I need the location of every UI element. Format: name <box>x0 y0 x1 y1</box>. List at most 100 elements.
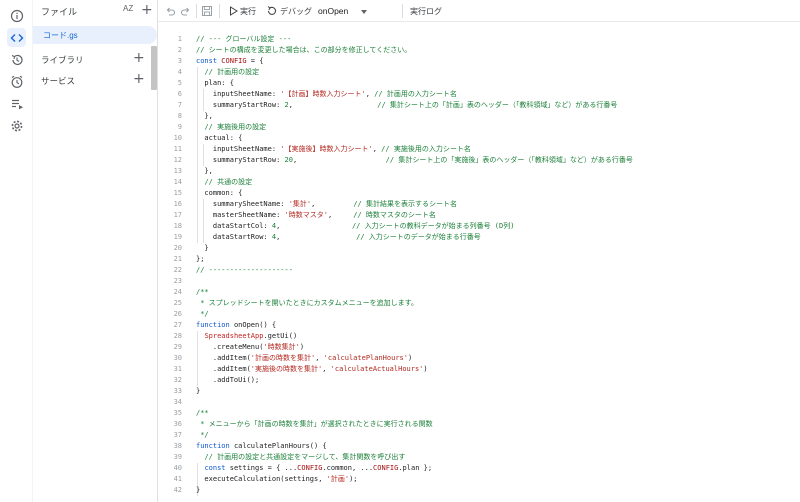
code-token: .addItem( <box>196 365 251 373</box>
function-select[interactable]: onOpen <box>314 3 370 19</box>
code-token: CONFIG <box>221 57 247 65</box>
execution-log-button[interactable]: 実行ログ <box>410 6 442 17</box>
code-line[interactable]: 32 .addToUi(); <box>158 375 800 386</box>
code-token: '計画' <box>326 475 350 483</box>
code-line[interactable]: 35 /** <box>158 408 800 419</box>
code-line[interactable]: 13 }, <box>158 166 800 177</box>
line-number: 23 <box>173 277 182 285</box>
code-text: .addToUi(); <box>196 375 259 386</box>
executions-icon[interactable] <box>7 94 26 113</box>
code-line[interactable]: 29 .createMenu('時数集計') <box>158 342 800 353</box>
code-line[interactable]: 6 inputSheetName: '【計画】時数入力シート', // 計画用の… <box>158 89 800 100</box>
add-service-button[interactable]: + <box>133 72 145 86</box>
code-token: CONFIG <box>297 464 323 472</box>
code-line[interactable]: 41 executeCalculation(settings, '計画'); <box>158 474 800 485</box>
code-line[interactable]: 22 // -------------------- <box>158 265 800 276</box>
add-library-button[interactable]: + <box>133 51 145 65</box>
code-token: // 計画用の設定 <box>204 68 260 76</box>
code-line[interactable]: 7 summaryStartRow: 2, // 集計シート上の「計画」表のヘッ… <box>158 100 800 111</box>
code-token: plan: { <box>196 79 234 87</box>
sort-az-button[interactable]: AZ <box>123 4 133 13</box>
code-text: common: { <box>196 188 242 199</box>
code-line[interactable]: 14 // 共通の設定 <box>158 177 800 188</box>
code-token: // 計画用の入力シート名 <box>374 90 457 98</box>
files-scrollbar[interactable] <box>151 46 157 90</box>
code-line[interactable]: 15 common: { <box>158 188 800 199</box>
files-header: ファイル AZ + <box>33 0 157 20</box>
code-token: // 共通の設定 <box>204 178 253 186</box>
code-line[interactable]: 39 // 計画用の設定と共通設定をマージして、集計関数を呼び出す <box>158 452 800 463</box>
line-number: 31 <box>173 365 182 373</box>
undo-icon[interactable] <box>164 5 176 17</box>
code-text: summaryStartRow: 2, // 集計シート上の「計画」表のヘッダー… <box>196 100 618 111</box>
code-line[interactable]: 34 <box>158 397 800 408</box>
code-editor[interactable]: 1 // --- グローバル設定 --- 2 // シートの構成を変更した場合は、この… <box>158 23 800 502</box>
code-token: // 実施後用の設定 <box>204 123 267 131</box>
code-line[interactable]: 12 summaryStartRow: 20, // 集計シート上の「実施後」表… <box>158 155 800 166</box>
file-item-code-gs[interactable]: コード.gs <box>33 26 157 44</box>
code-line[interactable]: 5 plan: { <box>158 78 800 89</box>
line-number: 5 <box>177 79 182 87</box>
code-line[interactable]: 18 dataStartCol: 4, // 入力シートの教科データが始まる列番… <box>158 221 800 232</box>
line-number: 26 <box>173 310 182 318</box>
code-line[interactable]: 17 masterSheetName: '時数マスタ', // 時数マスタのシー… <box>158 210 800 221</box>
code-token: , <box>365 90 375 98</box>
libraries-section[interactable]: ライブラリ + <box>33 50 151 68</box>
code-line[interactable]: 42} <box>158 485 800 496</box>
code-token: summarySheetName: <box>196 200 289 208</box>
code-line[interactable]: 20 } <box>158 243 800 254</box>
code-token: SpreadsheetApp <box>204 332 264 340</box>
code-line[interactable]: 25 * スプレッドシートを開いたときにカスタムメニューを追加します。 <box>158 298 800 309</box>
file-item-label: コード.gs <box>43 31 78 40</box>
code-line[interactable]: 11 inputSheetName: '【実施後】時数入力シート', // 実施… <box>158 144 800 155</box>
code-token: 'calculatePlanHours' <box>323 354 408 362</box>
add-file-button[interactable]: + <box>141 3 153 17</box>
code-line[interactable]: 16 summarySheetName: '集計', // 集計結果を表示するシ… <box>158 199 800 210</box>
code-text: inputSheetName: '【計画】時数入力シート', // 計画用の入力… <box>196 89 457 100</box>
code-line[interactable]: 40 const settings = { ...CONFIG.common, … <box>158 463 800 474</box>
code-line[interactable]: 9 // 実施後用の設定 <box>158 122 800 133</box>
line-number: 11 <box>173 145 182 153</box>
code-token: inputSheetName: <box>196 145 281 153</box>
save-icon[interactable] <box>201 5 213 17</box>
code-line[interactable]: 4 // 計画用の設定 <box>158 67 800 78</box>
code-line[interactable]: 10 actual: { <box>158 133 800 144</box>
code-line[interactable]: 28 SpreadsheetApp.getUi() <box>158 331 800 342</box>
code-token: () { <box>259 321 277 329</box>
line-number: 15 <box>173 189 182 197</box>
code-line[interactable]: 27 function onOpen() { <box>158 320 800 331</box>
code-line[interactable]: 33} <box>158 386 800 397</box>
line-number: 30 <box>173 354 182 362</box>
line-number: 40 <box>173 464 182 472</box>
code-line[interactable]: 19 dataStartRow: 4, // 入力シートのデータが始まる行番号 <box>158 232 800 243</box>
line-number: 20 <box>173 244 182 252</box>
triggers-icon[interactable] <box>7 72 26 91</box>
history-icon[interactable] <box>7 50 26 69</box>
code-token: /** <box>196 288 209 296</box>
code-text: /** <box>196 287 209 298</box>
code-token: // 集計結果を表示するシート名 <box>353 200 457 208</box>
code-line[interactable]: 21}; <box>158 254 800 265</box>
code-line[interactable]: 31 .addItem('実施後の時数を集計', 'calculateActua… <box>158 364 800 375</box>
redo-icon[interactable] <box>180 5 192 17</box>
code-token: , <box>372 145 382 153</box>
code-line[interactable]: 26 */ <box>158 309 800 320</box>
services-section[interactable]: サービス + <box>33 71 151 89</box>
toolbar-divider <box>219 4 220 18</box>
code-line[interactable]: 1 // --- グローバル設定 --- <box>158 34 800 45</box>
info-icon[interactable] <box>7 6 26 25</box>
line-number: 7 <box>177 101 182 109</box>
code-line[interactable]: 24 /** <box>158 287 800 298</box>
code-line[interactable]: 3 const CONFIG = { <box>158 56 800 67</box>
settings-icon[interactable] <box>7 116 26 135</box>
code-line[interactable]: 37 */ <box>158 430 800 441</box>
code-line[interactable]: 23 <box>158 276 800 287</box>
code-line[interactable]: 38 function calculatePlanHours() { <box>158 441 800 452</box>
code-line[interactable]: 30 .addItem('計画の時数を集計', 'calculatePlanHo… <box>158 353 800 364</box>
code-icon[interactable] <box>7 28 26 47</box>
code-line[interactable]: 36 * メニューから「計画の時数を集計」が選択されたときに実行される関数 <box>158 419 800 430</box>
line-number: 41 <box>173 475 182 483</box>
code-line[interactable]: 8 }, <box>158 111 800 122</box>
code-line[interactable]: 2 // シートの構成を変更した場合は、この部分を修正してください。 <box>158 45 800 56</box>
code-text: dataStartRow: 4, // 入力シートのデータが始まる行番号 <box>196 232 481 243</box>
